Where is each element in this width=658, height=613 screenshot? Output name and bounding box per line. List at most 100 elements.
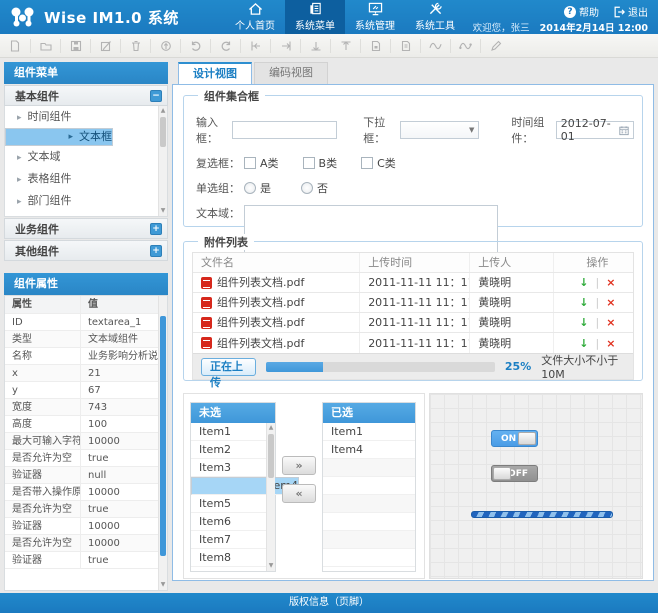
app-header: Wise IM1.0 系统 个人首页 系统菜单 系统管理 bbox=[0, 0, 658, 34]
line-chart-icon[interactable] bbox=[420, 39, 442, 53]
list-item[interactable]: Item1 bbox=[191, 423, 275, 441]
download-icon[interactable]: ↓ bbox=[579, 293, 588, 312]
nav-item-system-manage[interactable]: 系统管理 bbox=[345, 0, 405, 34]
scroll-down-icon[interactable]: ▼ bbox=[159, 581, 167, 589]
delete-icon[interactable] bbox=[120, 39, 142, 53]
component-menu-list: ▸时间组件 ▸文本框 ▸文本域 ▸表格组件 ▸部门组件 ▲ ▼ bbox=[4, 106, 168, 217]
checkbox-class-c[interactable]: C类 bbox=[361, 155, 396, 171]
download-icon[interactable]: ↓ bbox=[579, 334, 588, 353]
checkbox-icon[interactable] bbox=[303, 157, 315, 169]
scroll-up-icon[interactable]: ▲ bbox=[159, 107, 167, 115]
delete-attachment-icon[interactable]: × bbox=[606, 273, 615, 292]
delete-attachment-icon[interactable]: × bbox=[606, 334, 615, 353]
attachment-row: 组件列表文档.pdf 2011-11-11 11：11：11 黄晓明 ↓|× bbox=[193, 333, 633, 353]
collapse-icon[interactable]: − bbox=[150, 90, 162, 102]
edit-doc-icon[interactable] bbox=[90, 39, 112, 53]
align-bottom-icon[interactable] bbox=[300, 39, 322, 53]
new-file-icon[interactable] bbox=[8, 39, 22, 53]
attachment-header-row: 文件名 上传时间 上传人 操作 bbox=[193, 253, 633, 273]
group-other-components[interactable]: 其他组件 + bbox=[4, 240, 168, 261]
checkbox-class-a[interactable]: A类 bbox=[244, 155, 279, 171]
publish-icon[interactable] bbox=[150, 39, 172, 53]
text-input-field[interactable] bbox=[232, 121, 337, 139]
dropdown-select[interactable]: ▼ bbox=[400, 121, 480, 139]
nav-item-home[interactable]: 个人首页 bbox=[225, 0, 285, 34]
scroll-down-icon[interactable]: ▼ bbox=[267, 562, 275, 570]
component-props-table: 属性 值 IDtextarea_1 类型文本域组件 名称业务影响分析说明 x21… bbox=[4, 295, 168, 591]
toggle-switch-off[interactable]: OFF bbox=[491, 465, 538, 482]
radio-no[interactable]: 否 bbox=[301, 180, 328, 196]
list-item[interactable]: Item1 bbox=[323, 423, 415, 441]
list-item[interactable]: Item6 bbox=[191, 513, 275, 531]
scroll-thumb[interactable] bbox=[160, 117, 166, 147]
upload-progress-bar bbox=[266, 362, 495, 372]
lock-doc-icon[interactable] bbox=[360, 39, 382, 53]
delete-attachment-icon[interactable]: × bbox=[606, 293, 615, 312]
group-basic-components[interactable]: 基本组件 − bbox=[4, 85, 168, 106]
scroll-thumb[interactable] bbox=[268, 434, 274, 478]
list-item[interactable]: Item4 bbox=[323, 441, 415, 459]
props-scrollbar[interactable]: ▼ bbox=[158, 296, 167, 590]
nav-item-system-tools[interactable]: 系统工具 bbox=[405, 0, 465, 34]
menu-item-textbox[interactable]: ▸文本框 bbox=[5, 128, 113, 146]
download-icon[interactable]: ↓ bbox=[579, 273, 588, 292]
list-scrollbar[interactable]: ▲ ▼ bbox=[266, 423, 275, 571]
tab-code-view[interactable]: 编码视图 bbox=[254, 62, 328, 84]
align-top-icon[interactable] bbox=[330, 39, 352, 53]
redo-icon[interactable] bbox=[210, 39, 232, 53]
menu-item-table-component[interactable]: ▸表格组件 bbox=[5, 168, 167, 190]
toggle-knob[interactable] bbox=[493, 467, 511, 480]
undo-icon[interactable] bbox=[180, 39, 202, 53]
pencil-icon[interactable] bbox=[480, 39, 502, 53]
move-left-button[interactable]: « bbox=[282, 484, 316, 503]
help-link[interactable]: ? 帮助 bbox=[564, 4, 599, 19]
date-picker-field[interactable]: 2012-07-01 bbox=[556, 121, 634, 139]
menu-item-department-component[interactable]: ▸部门组件 bbox=[5, 190, 167, 212]
attachment-list-panel: 附件列表 文件名 上传时间 上传人 操作 组件列表文档.pdf 2011-11-… bbox=[183, 241, 643, 381]
uploading-button[interactable]: 正在上传 bbox=[201, 358, 256, 376]
move-right-button[interactable]: » bbox=[282, 456, 316, 475]
design-canvas: 组件集合框 输入框： 下拉框： ▼ 时间组件： 2012-07-01 bbox=[172, 84, 654, 581]
toggle-knob[interactable] bbox=[518, 432, 536, 445]
bottom-widgets-row: 未选 Item1 Item2 Item3 Item4 Item5 Item6 I… bbox=[183, 393, 643, 579]
expand-icon[interactable]: + bbox=[150, 223, 162, 235]
curve-line-icon[interactable] bbox=[450, 39, 472, 53]
tab-design-view[interactable]: 设计视图 bbox=[178, 62, 252, 84]
scroll-up-icon[interactable]: ▲ bbox=[267, 424, 275, 432]
nav-item-system-menu[interactable]: 系统菜单 bbox=[285, 0, 345, 34]
download-icon[interactable]: ↓ bbox=[579, 313, 588, 332]
copy-doc-icon[interactable] bbox=[390, 39, 412, 53]
save-icon[interactable] bbox=[60, 39, 82, 53]
align-left-icon[interactable] bbox=[240, 39, 262, 53]
toggle-switch-on[interactable]: ON bbox=[491, 430, 538, 447]
delete-attachment-icon[interactable]: × bbox=[606, 313, 615, 332]
prop-row: 最大可输入字符数10000 bbox=[5, 433, 167, 450]
align-right-icon[interactable] bbox=[270, 39, 292, 53]
radio-icon[interactable] bbox=[244, 182, 256, 194]
list-item[interactable]: Item7 bbox=[191, 531, 275, 549]
menu-item-time-component[interactable]: ▸时间组件 bbox=[5, 106, 167, 128]
scroll-down-icon[interactable]: ▼ bbox=[159, 207, 167, 215]
checkbox-icon[interactable] bbox=[244, 157, 256, 169]
list-item[interactable]: Item8 bbox=[191, 549, 275, 567]
page-footer: 版权信息（页脚） bbox=[0, 593, 658, 613]
widget-preview-canvas: ON OFF bbox=[429, 393, 643, 579]
group-business-components[interactable]: 业务组件 + bbox=[4, 218, 168, 239]
list-item[interactable]: Item2 bbox=[191, 441, 275, 459]
radio-icon[interactable] bbox=[301, 182, 313, 194]
checkbox-class-b[interactable]: B类 bbox=[303, 155, 338, 171]
checkbox-icon[interactable] bbox=[361, 157, 373, 169]
scroll-thumb[interactable] bbox=[160, 316, 166, 556]
radio-yes[interactable]: 是 bbox=[244, 180, 271, 196]
open-folder-icon[interactable] bbox=[30, 39, 52, 53]
list-item[interactable]: Item3 bbox=[191, 459, 275, 477]
main-content: 设计视图 编码视图 组件集合框 输入框： 下拉框： ▼ 时间组件： 2012-0… bbox=[172, 62, 654, 581]
logout-link[interactable]: 退出 bbox=[613, 4, 648, 19]
prop-row: 是否带入操作原因10000 bbox=[5, 484, 167, 501]
list-item[interactable]: Item5 bbox=[191, 495, 275, 513]
menu-scrollbar[interactable]: ▲ ▼ bbox=[158, 106, 167, 216]
menu-item-textarea[interactable]: ▸文本域 bbox=[5, 146, 167, 168]
expand-icon[interactable]: + bbox=[150, 245, 162, 257]
attachment-table: 文件名 上传时间 上传人 操作 组件列表文档.pdf 2011-11-11 11… bbox=[192, 252, 634, 380]
prop-row: 验证器10000 bbox=[5, 518, 167, 535]
